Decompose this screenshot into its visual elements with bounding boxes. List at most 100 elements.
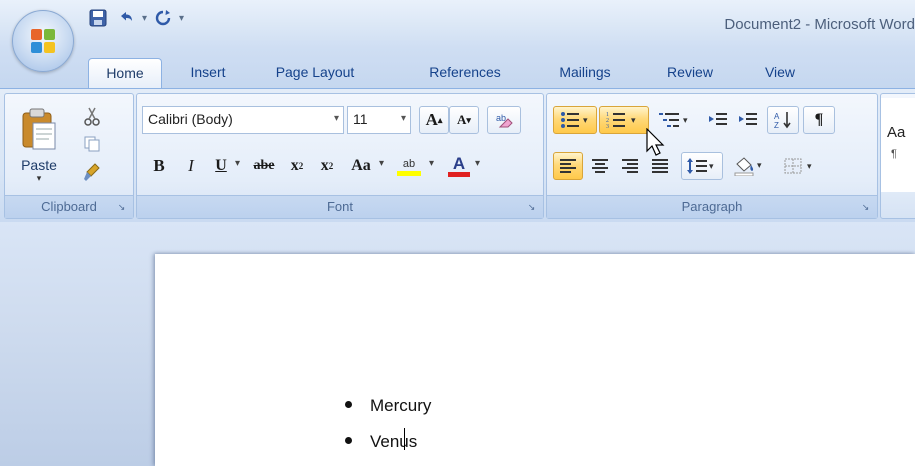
font-size-dropdown-icon[interactable]: ▾: [401, 113, 406, 124]
decrease-indent-button[interactable]: [703, 106, 733, 134]
cut-button[interactable]: [77, 102, 107, 130]
tab-view[interactable]: View: [750, 58, 810, 88]
font-family-dropdown-icon[interactable]: ▾: [334, 113, 339, 124]
scissors-icon: [84, 107, 100, 126]
mouse-pointer-icon: [646, 128, 665, 156]
copy-icon: [84, 136, 100, 152]
line-spacing-icon: ▾: [687, 158, 714, 174]
underline-button[interactable]: U: [207, 152, 235, 180]
document-workspace: Mercury Venus: [0, 222, 915, 466]
svg-text:▾: ▾: [583, 115, 588, 125]
bold-button[interactable]: B: [145, 152, 173, 180]
multilevel-list-icon: ▾: [659, 113, 688, 127]
highlight-button[interactable]: ab: [391, 152, 427, 180]
svg-text:ab: ab: [496, 113, 506, 123]
clear-formatting-button[interactable]: ab: [487, 106, 521, 134]
svg-text:▾: ▾: [631, 115, 636, 125]
list-item[interactable]: Venus: [345, 432, 417, 452]
tab-review[interactable]: Review: [655, 58, 725, 88]
paste-label: Paste: [21, 156, 57, 173]
subscript-button[interactable]: x2: [283, 152, 311, 180]
justify-icon: [652, 159, 668, 173]
copy-button[interactable]: [77, 130, 107, 158]
save-button[interactable]: [86, 6, 110, 30]
sort-button[interactable]: A Z: [767, 106, 799, 134]
font-family-value: Calibri (Body): [148, 111, 233, 127]
strikethrough-button[interactable]: abe: [247, 152, 281, 180]
highlight-dropdown-icon[interactable]: ▾: [429, 158, 434, 169]
redo-button[interactable]: [151, 6, 175, 30]
tab-home[interactable]: Home: [88, 58, 162, 89]
clipboard-group: Paste ▾ Clipboard ↘: [4, 93, 134, 219]
font-family-combo[interactable]: Calibri (Body) ▾: [142, 106, 344, 134]
bullets-icon: ▾: [561, 112, 588, 128]
svg-text:▾: ▾: [757, 160, 762, 170]
bullet-icon: [345, 437, 352, 445]
svg-text:▾: ▾: [709, 161, 714, 171]
bullets-button[interactable]: ▾: [553, 106, 597, 134]
paragraph-group-label: Paragraph ↘: [547, 195, 877, 218]
change-case-button[interactable]: Aa: [343, 152, 379, 180]
align-left-button[interactable]: [553, 152, 583, 180]
font-group: Calibri (Body) ▾ 11 ▾ A ▴ A ▾ ab B I U ▾ a…: [136, 93, 544, 219]
change-case-dropdown-icon[interactable]: ▾: [379, 158, 384, 169]
save-icon: [89, 9, 107, 27]
font-color-button[interactable]: A: [443, 152, 475, 180]
line-spacing-button[interactable]: ▾: [681, 152, 723, 180]
align-right-button[interactable]: [615, 152, 645, 180]
font-launcher-icon[interactable]: ↘: [526, 202, 537, 213]
bullet-icon: [345, 401, 352, 409]
grow-font-button[interactable]: A ▴: [419, 106, 449, 134]
superscript-button[interactable]: x2: [313, 152, 341, 180]
align-center-icon: [592, 159, 608, 173]
text-cursor: [404, 428, 405, 450]
font-color-dropdown-icon[interactable]: ▾: [475, 158, 480, 169]
underline-dropdown-icon[interactable]: ▾: [235, 158, 240, 169]
shrink-font-button[interactable]: A ▾: [449, 106, 479, 134]
ribbon: Paste ▾ Clipboard ↘ Calibri (Body) ▾ 11 …: [0, 88, 915, 223]
shading-button[interactable]: ▾: [727, 152, 773, 180]
paragraph-launcher-icon[interactable]: ↘: [860, 202, 871, 213]
show-formatting-button[interactable]: ¶: [803, 106, 835, 134]
customize-qat-icon[interactable]: ▾: [179, 13, 184, 24]
increase-indent-button[interactable]: [733, 106, 763, 134]
document-page[interactable]: Mercury Venus: [155, 254, 915, 466]
word-window: ▾ ▾ Document2 - Microsoft Word Home Inse…: [0, 0, 915, 466]
format-painter-button[interactable]: [77, 158, 107, 186]
font-group-label: Font ↘: [137, 195, 543, 218]
sort-icon: A Z: [774, 112, 791, 130]
tab-mailings[interactable]: Mailings: [545, 58, 625, 88]
office-logo-icon: [31, 29, 55, 53]
tab-page-layout[interactable]: Page Layout: [250, 58, 380, 88]
undo-button[interactable]: [114, 6, 138, 30]
svg-text:3: 3: [606, 124, 609, 129]
paste-icon: [22, 108, 56, 149]
numbering-button[interactable]: 1 2 3 ▾: [599, 106, 649, 134]
paragraph-group: ▾ 1 2 3 ▾ ▾ A Z ¶ ▾ ▾ ▾ Paragraph ↘: [546, 93, 878, 219]
office-button[interactable]: [12, 10, 74, 72]
clipboard-launcher-icon[interactable]: ↘: [116, 202, 127, 213]
clear-formatting-icon: ab: [496, 113, 513, 128]
align-center-button[interactable]: [585, 152, 615, 180]
tab-insert[interactable]: Insert: [178, 58, 238, 88]
tab-references[interactable]: References: [410, 58, 520, 88]
clipboard-group-label: Clipboard ↘: [5, 195, 133, 218]
undo-dropdown-icon[interactable]: ▾: [142, 13, 147, 24]
borders-button[interactable]: ▾: [777, 152, 823, 180]
font-size-value: 11: [353, 111, 368, 127]
title-bar: ▾ ▾ Document2 - Microsoft Word: [0, 0, 915, 48]
borders-icon: ▾: [784, 158, 812, 174]
svg-text:▾: ▾: [683, 115, 688, 125]
ribbon-tabs: Home Insert Page Layout References Maili…: [0, 48, 915, 89]
redo-icon: [155, 10, 171, 26]
decrease-indent-icon: [709, 113, 727, 125]
list-item-text: Venus: [370, 432, 418, 451]
paste-button[interactable]: Paste ▾: [11, 98, 67, 192]
italic-button[interactable]: I: [177, 152, 205, 180]
font-size-combo[interactable]: 11 ▾: [347, 106, 411, 134]
window-title: Document2 - Microsoft Word: [724, 16, 915, 33]
list-item[interactable]: Mercury: [345, 396, 431, 416]
paste-dropdown-icon[interactable]: ▾: [37, 173, 42, 184]
quick-styles-gallery[interactable]: Aa ¶: [881, 98, 915, 192]
align-right-icon: [622, 159, 638, 173]
